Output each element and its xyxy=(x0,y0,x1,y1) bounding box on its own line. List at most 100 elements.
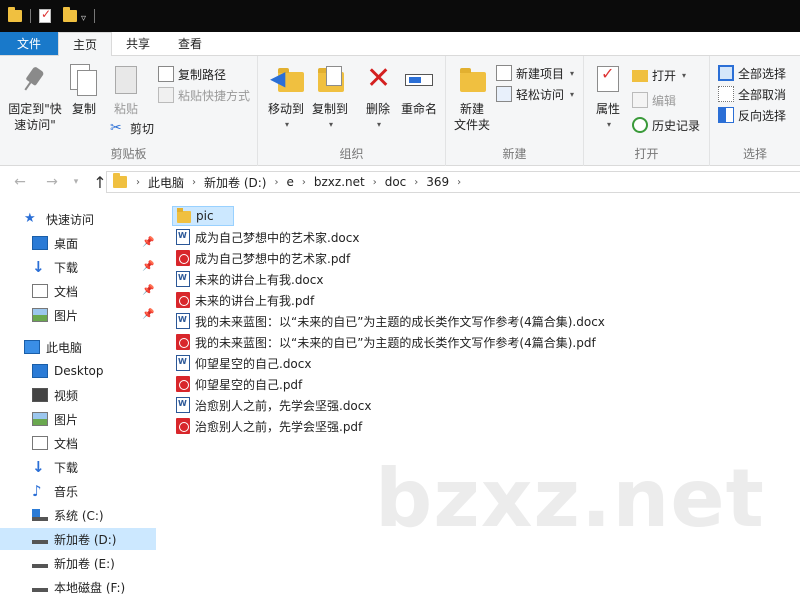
word-document-icon xyxy=(176,271,190,287)
rename-button[interactable]: 重命名 xyxy=(398,64,440,117)
sidebar-item-music[interactable]: ♪ 音乐 xyxy=(0,480,156,502)
list-item[interactable]: 仰望星空的自己.docx xyxy=(172,353,317,373)
rename-label: 重命名 xyxy=(400,102,437,116)
sidebar-item-documents-pinned[interactable]: 文档 📌 xyxy=(0,280,156,302)
tab-view[interactable]: 查看 xyxy=(164,32,216,55)
paste-shortcut-label: 粘贴快捷方式 xyxy=(178,88,251,103)
move-to-button[interactable]: ◀ 移动到 ▾ xyxy=(264,64,308,133)
tab-home[interactable]: 主页 xyxy=(58,32,113,56)
file-name: 治愈别人之前，先学会坚强.pdf xyxy=(195,419,363,434)
select-all-button[interactable]: 全部选择 xyxy=(718,63,786,83)
chevron-down-icon: ▾ xyxy=(570,68,575,78)
watermark: bzxz.net xyxy=(375,452,765,545)
breadcrumb-bzxz[interactable]: bzxz.net xyxy=(309,175,370,189)
list-item[interactable]: 我的未来蓝图：以“未来的自已”为主题的成长类作文写作参考(4篇合集).docx xyxy=(172,311,611,331)
word-document-icon xyxy=(176,313,190,329)
list-item[interactable]: 仰望星空的自己.pdf xyxy=(172,374,308,394)
breadcrumb-this-pc[interactable]: 此电脑 xyxy=(143,174,189,191)
tab-share[interactable]: 共享 xyxy=(112,32,164,55)
list-item[interactable]: 未来的讲台上有我.pdf xyxy=(172,290,320,310)
copy-to-button[interactable]: 复制到 ▾ xyxy=(308,64,352,133)
sidebar-item-pictures-pinned[interactable]: 图片 📌 xyxy=(0,304,156,326)
chevron-down-icon[interactable]: ▿ xyxy=(81,13,86,24)
file-name: 未来的讲台上有我.pdf xyxy=(195,293,315,308)
pin-icon[interactable]: 📌 xyxy=(142,237,154,248)
chevron-down-icon: ▾ xyxy=(570,89,575,99)
list-item[interactable]: 我的未来蓝图：以“未来的自已”为主题的成长类作文写作参考(4篇合集).pdf xyxy=(172,332,602,352)
breadcrumb-369[interactable]: 369 xyxy=(421,175,454,189)
chevron-right-icon[interactable]: › xyxy=(299,177,309,188)
address-bar[interactable]: › 此电脑 › 新加卷 (D:) › e › bzxz.net › doc › … xyxy=(106,171,800,193)
chevron-right-icon[interactable]: › xyxy=(133,177,143,188)
tab-file[interactable]: 文件 xyxy=(0,32,59,55)
invert-selection-button[interactable]: 反向选择 xyxy=(718,105,786,125)
select-none-button[interactable]: 全部取消 xyxy=(718,84,786,104)
history-button[interactable]: 历史记录 xyxy=(632,115,700,135)
recent-locations-icon[interactable]: ▾ xyxy=(64,177,88,187)
pin-icon[interactable]: 📌 xyxy=(142,309,154,320)
chevron-right-icon[interactable]: › xyxy=(411,177,421,188)
sidebar-item-drive-c[interactable]: 系统 (C:) xyxy=(0,504,156,526)
forward-icon[interactable]: → xyxy=(40,174,64,190)
open-button[interactable]: 打开 ▾ xyxy=(632,65,686,85)
sidebar-item-drive-d[interactable]: 新加卷 (D:) xyxy=(0,528,156,550)
list-item[interactable]: 成为自己梦想中的艺术家.pdf xyxy=(172,248,356,268)
pdf-document-icon xyxy=(176,376,190,392)
open-group: ✓ 属性 ▾ 打开 ▾ 编辑 历史记录 打开 xyxy=(584,56,710,166)
easy-access-button[interactable]: 轻松访问 ▾ xyxy=(496,84,574,104)
chevron-right-icon[interactable]: › xyxy=(370,177,380,188)
ribbon-tabs: 文件 主页 共享 查看 xyxy=(0,32,800,56)
pin-icon[interactable]: 📌 xyxy=(142,261,154,272)
new-folder-icon[interactable] xyxy=(63,7,77,22)
sidebar-item-videos[interactable]: 视频 xyxy=(0,384,156,406)
sidebar-item-quick-access[interactable]: ★ 快速访问 xyxy=(0,208,156,230)
back-icon[interactable]: ← xyxy=(8,174,32,190)
sidebar-item-downloads-pinned[interactable]: ↓ 下载 📌 xyxy=(0,256,156,278)
breadcrumb-e[interactable]: e xyxy=(281,175,298,189)
breadcrumb-drive-d[interactable]: 新加卷 (D:) xyxy=(199,174,271,191)
sidebar-item-this-pc[interactable]: 此电脑 xyxy=(0,336,156,358)
new-folder-label-line2: 文件夹 xyxy=(453,118,490,132)
sidebar-item-desktop[interactable]: Desktop xyxy=(0,360,156,382)
list-item[interactable]: 治愈别人之前，先学会坚强.docx xyxy=(172,395,377,415)
sidebar-item-drive-e[interactable]: 新加卷 (E:) xyxy=(0,552,156,574)
chevron-down-icon: ▾ xyxy=(606,120,611,129)
select-none-icon xyxy=(718,86,734,102)
sidebar-item-drive-f[interactable]: 本地磁盘 (F:) xyxy=(0,576,156,598)
paste-button[interactable]: 粘贴 xyxy=(106,64,146,117)
edit-button[interactable]: 编辑 xyxy=(632,90,676,110)
pin-to-quick-access-button[interactable]: 固定到"快 速访问" xyxy=(6,64,64,133)
sidebar-item-downloads[interactable]: ↓ 下载 xyxy=(0,456,156,478)
paste-shortcut-button[interactable]: 粘贴快捷方式 xyxy=(158,85,250,105)
list-item[interactable]: pic xyxy=(172,206,234,226)
list-item[interactable]: 未来的讲台上有我.docx xyxy=(172,269,329,289)
chevron-right-icon[interactable]: › xyxy=(189,177,199,188)
cut-button[interactable]: ✂ 剪切 xyxy=(110,118,154,138)
copy-label: 复制 xyxy=(71,102,96,116)
breadcrumb-doc[interactable]: doc xyxy=(380,175,412,189)
sidebar-item-label: 下载 xyxy=(54,460,79,475)
list-item[interactable]: 治愈别人之前，先学会坚强.pdf xyxy=(172,416,368,436)
sidebar-item-desktop-pinned[interactable]: 桌面 📌 xyxy=(0,232,156,254)
properties-button[interactable]: ✓ 属性 ▾ xyxy=(590,64,626,133)
chevron-right-icon[interactable]: › xyxy=(454,177,464,188)
pin-icon[interactable]: 📌 xyxy=(142,285,154,296)
copy-path-button[interactable]: 复制路径 xyxy=(158,64,226,84)
list-item[interactable]: 成为自己梦想中的艺术家.docx xyxy=(172,227,365,247)
properties-icon[interactable] xyxy=(39,7,51,23)
clipboard-group: 固定到"快 速访问" 复制 粘贴 复制路径 粘贴快捷方式 ✂ 剪切 剪贴板 xyxy=(0,56,258,166)
file-name: 我的未来蓝图：以“未来的自已”为主题的成长类作文写作参考(4篇合集).pdf xyxy=(195,335,596,350)
delete-button[interactable]: ✕ 删除 ▾ xyxy=(360,64,396,133)
sidebar-item-documents[interactable]: 文档 xyxy=(0,432,156,454)
pdf-document-icon xyxy=(176,418,190,434)
file-name: 成为自己梦想中的艺术家.pdf xyxy=(195,251,351,266)
sidebar-item-label: 图片 xyxy=(54,412,79,427)
chevron-right-icon[interactable]: › xyxy=(271,177,281,188)
sidebar-item-label: 音乐 xyxy=(54,484,79,499)
new-folder-button[interactable]: 新建 文件夹 xyxy=(452,64,492,133)
copy-button[interactable]: 复制 xyxy=(66,64,102,117)
new-item-button[interactable]: 新建项目 ▾ xyxy=(496,63,574,83)
folder-icon[interactable] xyxy=(8,7,22,22)
sidebar-item-pictures[interactable]: 图片 xyxy=(0,408,156,430)
pin-label-line2: 速访问" xyxy=(14,118,56,132)
